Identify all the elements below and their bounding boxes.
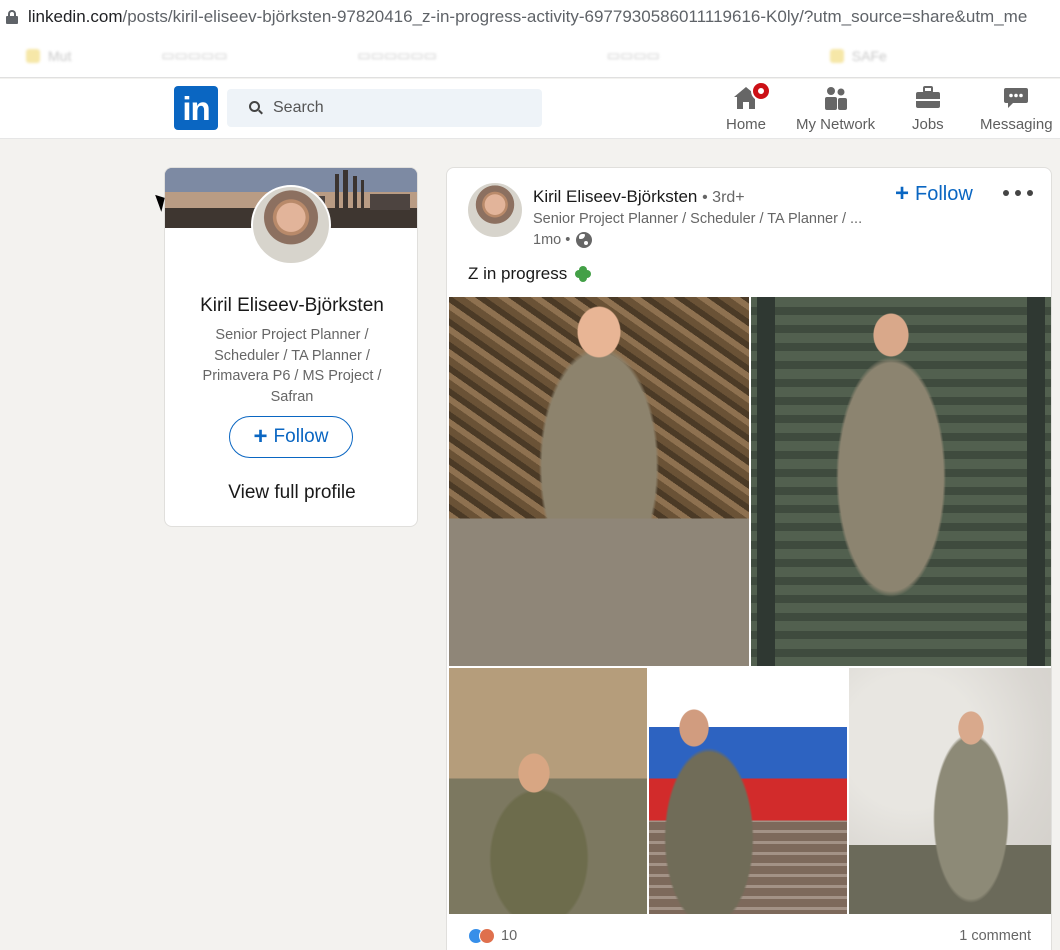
follow-button[interactable]: + Follow — [229, 416, 353, 458]
profile-card: Kiril Eliseev-Björksten Senior Project P… — [164, 167, 418, 527]
reaction-count: 10 — [501, 928, 518, 944]
author-avatar[interactable] — [468, 183, 522, 237]
more-options-icon[interactable] — [1003, 186, 1033, 200]
nav-home[interactable]: Home — [726, 81, 771, 133]
post-follow-button[interactable]: + Follow — [895, 182, 973, 206]
post-photo[interactable] — [449, 297, 749, 666]
home-icon — [733, 81, 771, 111]
plus-icon: + — [895, 180, 910, 207]
post-photo[interactable] — [649, 668, 847, 914]
bookmark-item[interactable]: ▭▭▭▭▭ — [161, 47, 227, 64]
nav-jobs[interactable]: Jobs — [912, 85, 944, 133]
url-text[interactable]: linkedin.com/posts/kiril-eliseev-björkst… — [28, 7, 1027, 27]
search-input[interactable] — [273, 99, 523, 117]
network-icon — [823, 85, 849, 111]
author-headline: Senior Project Planner / Scheduler / TA … — [533, 211, 863, 227]
globe-icon — [576, 232, 593, 248]
search-icon — [249, 101, 263, 115]
nav-label: Home — [726, 116, 767, 133]
follow-label: Follow — [273, 426, 329, 447]
nav-label: Messaging — [980, 116, 1053, 133]
avatar[interactable] — [251, 185, 331, 265]
love-reaction-icon — [479, 928, 495, 944]
bookmark-item[interactable]: ▭▭▭▭ — [607, 47, 660, 64]
notification-badge — [751, 81, 771, 101]
reactions-summary[interactable]: 10 — [468, 928, 517, 944]
post-photo[interactable] — [449, 668, 647, 914]
nav-label: Jobs — [912, 116, 944, 133]
view-full-profile-link[interactable]: View full profile — [165, 482, 417, 504]
clover-emoji-icon — [575, 266, 592, 282]
connection-degree: • 3rd+ — [702, 189, 745, 206]
nav-my-network[interactable]: My Network — [796, 85, 875, 133]
url-path: /posts/kiril-eliseev-björksten-97820416_… — [122, 7, 1028, 26]
nav-label: My Network — [796, 116, 876, 133]
bookmark-item[interactable]: SAFe — [829, 48, 887, 64]
profile-headline: Senior Project Planner / Scheduler / TA … — [202, 327, 382, 405]
post-photo[interactable] — [751, 297, 1051, 666]
browser-address-bar[interactable]: linkedin.com/posts/kiril-eliseev-björkst… — [0, 0, 1060, 34]
messaging-icon — [1003, 85, 1029, 111]
comments-count-link[interactable]: 1 comment — [959, 928, 1031, 944]
plus-icon: + — [253, 423, 268, 450]
bookmarks-bar: Mut ▭▭▭▭▭ ▭▭▭▭▭▭ ▭▭▭▭ SAFe — [0, 34, 1060, 78]
briefcase-icon — [915, 85, 941, 111]
bookmark-item[interactable]: ▭▭▭▭▭▭ — [357, 47, 436, 64]
post-photo[interactable] — [849, 668, 1051, 914]
post-card: Kiril Eliseev-Björksten • 3rd+ Senior Pr… — [446, 167, 1052, 950]
linkedin-logo[interactable]: in — [174, 86, 218, 130]
nav-messaging[interactable]: Messaging — [980, 85, 1053, 133]
search-box[interactable] — [227, 89, 542, 127]
linkedin-header: in Home My Network Jobs Messaging — [0, 79, 1060, 139]
author-name[interactable]: Kiril Eliseev-Björksten • 3rd+ — [533, 187, 745, 207]
post-timestamp: 1mo • — [533, 232, 593, 248]
lock-icon — [6, 10, 18, 24]
bookmark-item[interactable]: Mut — [26, 48, 71, 64]
url-host: linkedin.com — [28, 7, 123, 26]
profile-name[interactable]: Kiril Eliseev-Björksten — [165, 295, 417, 317]
post-text: Z in progress — [468, 264, 592, 284]
